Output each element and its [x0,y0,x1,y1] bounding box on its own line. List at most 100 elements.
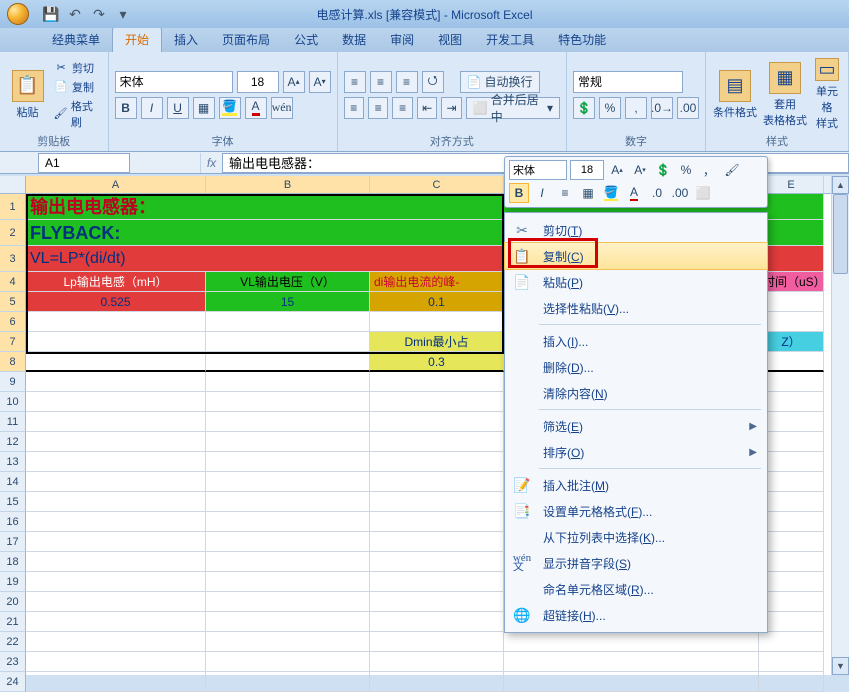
menu-item[interactable]: 📋复制(C) [505,243,767,269]
menu-item[interactable]: 删除(D)... [505,354,767,380]
qat-save-icon[interactable]: 💾 [42,5,60,23]
mini-fill-color[interactable]: 🪣 [601,183,621,203]
tab-special[interactable]: 特色功能 [546,27,618,52]
cell[interactable] [26,552,206,572]
increase-indent-button[interactable]: ⇥ [441,97,461,119]
cell[interactable] [26,452,206,472]
mini-brush[interactable]: 🖌 [722,160,742,180]
cell[interactable] [759,512,824,532]
row-header[interactable]: 20 [0,592,26,612]
cell[interactable] [759,492,824,512]
italic-button[interactable]: I [141,97,163,119]
row-header[interactable]: 16 [0,512,26,532]
cell-styles-button[interactable]: ▭单元格 样式 [812,58,842,132]
menu-item[interactable]: 📄粘贴(P) [505,269,767,295]
cell[interactable] [759,432,824,452]
select-all-corner[interactable] [0,176,26,193]
cell[interactable] [370,592,504,612]
cell[interactable] [206,452,370,472]
cell[interactable] [370,632,504,652]
cell[interactable] [759,652,824,672]
cell[interactable] [759,552,824,572]
scroll-down-button[interactable]: ▼ [832,657,849,675]
menu-item[interactable]: 插入(I)... [505,328,767,354]
cell[interactable] [206,312,370,332]
copy-button[interactable]: 📄复制 [53,79,102,95]
row-header[interactable]: 23 [0,652,26,672]
mini-italic[interactable]: I [532,183,552,203]
menu-item[interactable]: 选择性粘贴(V)... [505,295,767,321]
menu-item[interactable]: 📑设置单元格格式(F)... [505,498,767,524]
row-header[interactable]: 11 [0,412,26,432]
row-header[interactable]: 9 [0,372,26,392]
cut-button[interactable]: ✂剪切 [53,60,102,76]
col-header-a[interactable]: A [26,176,206,193]
menu-item[interactable]: ✂剪切(T) [505,217,767,243]
col-header-b[interactable]: B [206,176,370,193]
tab-home[interactable]: 开始 [112,26,162,52]
cell[interactable] [370,472,504,492]
mini-grow-font[interactable]: A▴ [607,160,627,180]
row-header[interactable]: 4 [0,272,26,292]
cell[interactable] [370,572,504,592]
percent-button[interactable]: % [599,97,621,119]
cell[interactable] [370,452,504,472]
cell[interactable] [26,372,206,392]
mini-align-center[interactable]: ≡ [555,183,575,203]
cell[interactable] [206,532,370,552]
mini-font-color[interactable]: A [624,183,644,203]
cell[interactable] [759,372,824,392]
cell[interactable] [759,392,824,412]
row-header[interactable]: 18 [0,552,26,572]
row-header[interactable]: 24 [0,672,26,692]
cell[interactable] [370,552,504,572]
mini-bold[interactable]: B [509,183,529,203]
menu-item[interactable]: 🌐超链接(H)... [505,602,767,628]
row-header[interactable]: 14 [0,472,26,492]
cell[interactable]: 时间（uS） [759,272,824,292]
col-header-c[interactable]: C [370,176,504,193]
row-header[interactable]: 7 [0,332,26,352]
tab-data[interactable]: 数据 [330,27,378,52]
row-header[interactable]: 17 [0,532,26,552]
cell[interactable]: Lp输出电感（mH） [26,272,206,292]
cell[interactable]: 0.3 [370,352,504,372]
mini-border[interactable]: ▦ [578,183,598,203]
mini-dec-decimal[interactable]: .0 [647,183,667,203]
mini-shrink-font[interactable]: A▾ [630,160,650,180]
cell[interactable] [370,372,504,392]
menu-item[interactable]: 排序(O)▶ [505,439,767,465]
menu-item[interactable]: 从下拉列表中选择(K)... [505,524,767,550]
orientation-button[interactable]: ⭯ [422,71,444,93]
decrease-decimal-button[interactable]: .00 [677,97,699,119]
cell[interactable]: di输出电流的峰- [370,272,504,292]
cell[interactable] [206,432,370,452]
font-size-combo[interactable]: 18 [237,71,279,93]
number-format-combo[interactable]: 常规 [573,71,683,93]
phonetic-button[interactable]: wén [271,97,293,119]
cell[interactable] [206,612,370,632]
cell[interactable] [26,412,206,432]
cell[interactable] [206,412,370,432]
cell[interactable] [26,612,206,632]
cell[interactable] [370,652,504,672]
cell[interactable] [759,412,824,432]
cell[interactable] [26,632,206,652]
menu-item[interactable]: wén文显示拼音字段(S) [505,550,767,576]
scroll-up-button[interactable]: ▲ [832,176,849,194]
cell[interactable] [206,572,370,592]
cell[interactable] [26,392,206,412]
vertical-scrollbar[interactable]: ▲ ▼ [831,176,849,675]
row-header[interactable]: 22 [0,632,26,652]
cell[interactable] [370,512,504,532]
cell[interactable] [26,352,206,372]
mini-size-combo[interactable]: 18 [570,160,604,180]
row-header[interactable]: 3 [0,246,26,272]
cell[interactable] [26,572,206,592]
mini-font-combo[interactable]: 宋体 [509,160,567,180]
mini-comma[interactable]: ， [699,160,719,180]
cell[interactable] [206,652,370,672]
tab-insert[interactable]: 插入 [162,27,210,52]
cell[interactable] [206,352,370,372]
cell[interactable] [370,612,504,632]
